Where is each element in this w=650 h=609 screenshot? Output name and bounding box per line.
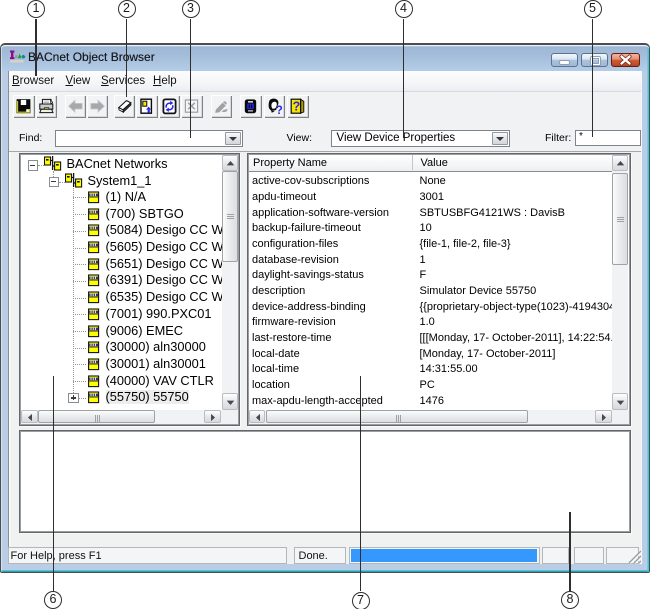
svg-text:?: ? <box>293 99 301 113</box>
svg-text:?: ? <box>275 105 282 115</box>
